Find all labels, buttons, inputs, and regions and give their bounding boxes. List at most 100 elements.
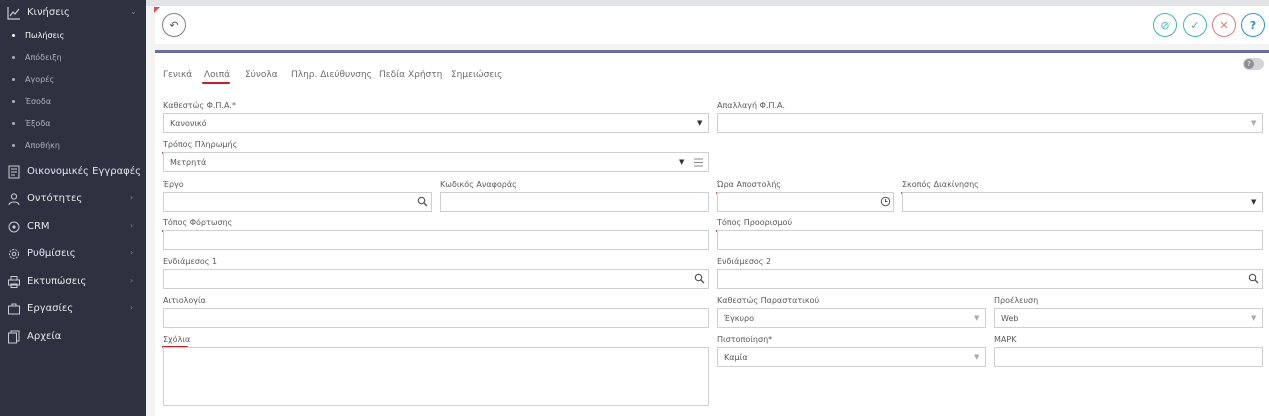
payment-method-label: Τρόπος Πληρωμής	[163, 140, 238, 149]
back-button[interactable]: ↶	[162, 13, 186, 37]
vat-status-select[interactable]: Κανονικό ▼	[163, 113, 709, 133]
tab-general[interactable]: Γενικά	[163, 70, 192, 80]
users-icon	[8, 193, 20, 206]
sidebar-item-label: CRM	[27, 221, 50, 232]
sidebar-item-entities[interactable]: Οντότητες ›	[0, 186, 146, 213]
vat-exemption-select[interactable]: ▼	[717, 113, 1263, 133]
project-input[interactable]	[163, 192, 432, 212]
dispatch-time-input[interactable]	[717, 192, 894, 212]
caret-down-icon: ▼	[1251, 314, 1257, 322]
mark-label: ΜΑΡΚ	[994, 335, 1017, 344]
sidebar-subitem-expenses[interactable]: Έξοδα	[0, 114, 146, 136]
sidebar-item-settings[interactable]: Ρυθμίσεις ›	[0, 241, 146, 268]
intermediary1-input[interactable]	[163, 269, 709, 289]
justification-label: Αιτιολογία	[163, 296, 206, 305]
vat-exemption-label: Απαλλαγή Φ.Π.Α.	[717, 101, 786, 110]
question-icon: ?	[1249, 18, 1257, 32]
chevron-right-icon: ›	[130, 193, 134, 202]
certification-label: Πιστοποίηση*	[717, 335, 773, 344]
origin-label: Προέλευση	[994, 296, 1039, 305]
files-icon	[8, 330, 20, 344]
save-draft-button[interactable]: ⊘	[1153, 13, 1177, 37]
settings-icon	[9, 249, 19, 259]
document-status-label: Καθεστώς Παραστατικού	[717, 296, 820, 305]
sidebar-item-files[interactable]: Αρχεία	[0, 324, 146, 351]
certification-value: Καμία	[724, 353, 748, 362]
list-icon[interactable]	[693, 157, 704, 168]
sidebar-item-label: Αρχεία	[27, 331, 62, 342]
vat-status-value: Κανονικό	[170, 119, 207, 128]
sidebar-item-financial-entries[interactable]: Οικονομικές Εγγραφές ›	[0, 159, 146, 186]
tab-totals[interactable]: Σύνολα	[245, 70, 278, 80]
sidebar-subitem-label: Απόδειξη	[25, 53, 62, 62]
search-icon[interactable]	[694, 273, 705, 284]
sidebar: Κινήσεις ⌄ Πωλήσεις Απόδειξη Αγορές Έσοδ…	[0, 0, 146, 416]
dispatch-time-label: Ώρα Αποστολής	[717, 180, 781, 189]
origin-select[interactable]: Web ▼	[994, 308, 1263, 328]
justification-input[interactable]	[163, 308, 709, 328]
sidebar-item-label: Εργασίες	[27, 303, 74, 314]
search-icon[interactable]	[417, 196, 428, 207]
clock-icon[interactable]	[880, 196, 891, 207]
check-circle-icon: ⊘	[1160, 18, 1170, 32]
question-icon: ?	[1244, 59, 1254, 69]
crm-icon	[8, 221, 20, 233]
destination-place-label: Τόπος Προορισμού	[717, 218, 793, 227]
sidebar-subitem-purchases[interactable]: Αγορές	[0, 70, 146, 92]
bullet-dot	[12, 34, 15, 37]
sidebar-subitem-label: Έσοδα	[25, 97, 52, 106]
payment-method-select[interactable]: Μετρητά ▼	[163, 152, 709, 172]
tab-address-info[interactable]: Πληρ. Διεύθυνσης	[291, 70, 372, 80]
sidebar-subitem-warehouse[interactable]: Αποθήκη	[0, 136, 146, 158]
check-icon: ✓	[1190, 18, 1200, 32]
save-button[interactable]: ✓	[1183, 13, 1207, 37]
caret-down-icon: ▼	[974, 314, 980, 322]
project-label: Έργο	[163, 180, 184, 189]
reference-code-input[interactable]	[440, 192, 709, 212]
tab-notes[interactable]: Σημειώσεις	[451, 70, 502, 80]
caret-down-icon: ▼	[1251, 198, 1257, 206]
document-status-value: Έγκυρο	[724, 314, 755, 323]
sidebar-item-kiniseis[interactable]: Κινήσεις ⌄	[0, 0, 146, 27]
destination-place-input[interactable]	[717, 230, 1263, 250]
back-arrow-icon: ↶	[169, 18, 179, 32]
sidebar-item-label: Ρυθμίσεις	[27, 248, 76, 259]
sidebar-subitem-label: Αγορές	[25, 75, 55, 84]
sidebar-item-crm[interactable]: CRM ›	[0, 214, 146, 241]
annotation-underline	[202, 82, 230, 84]
intermediary1-label: Ενδιάμεσος 1	[163, 257, 218, 266]
comments-textarea[interactable]	[163, 347, 709, 406]
loading-place-label: Τόπος Φόρτωσης	[163, 218, 233, 227]
bullet-dot	[12, 100, 15, 103]
cancel-button[interactable]: ✕	[1212, 13, 1236, 37]
document-status-select[interactable]: Έγκυρο ▼	[717, 308, 986, 328]
sidebar-subitem-label: Αποθήκη	[25, 141, 60, 150]
help-toggle[interactable]: ?	[1243, 58, 1264, 70]
intermediary2-label: Ενδιάμεσος 2	[717, 257, 772, 266]
briefcase-icon	[8, 303, 20, 315]
close-icon: ✕	[1219, 18, 1229, 32]
tab-user-fields[interactable]: Πεδία Χρήστη	[379, 70, 442, 80]
caret-down-icon: ▼	[974, 353, 980, 361]
reference-code-label: Κωδικός Αναφοράς	[440, 180, 517, 189]
sidebar-item-label: Οντότητες	[27, 193, 83, 204]
sidebar-subitem-sales[interactable]: Πωλήσεις	[0, 26, 146, 48]
movement-purpose-select[interactable]: ▼	[902, 192, 1263, 212]
tab-other[interactable]: Λοιπά	[204, 70, 230, 80]
help-button[interactable]: ?	[1241, 13, 1265, 37]
mark-input[interactable]	[994, 347, 1263, 367]
bullet-dot	[12, 144, 15, 147]
intermediary2-input[interactable]	[717, 269, 1263, 289]
sidebar-subitem-income[interactable]: Έσοδα	[0, 92, 146, 114]
sidebar-item-label: Εκτυπώσεις	[27, 276, 87, 287]
ledger-icon	[8, 165, 20, 179]
chevron-right-icon: ›	[130, 276, 134, 285]
search-icon[interactable]	[1248, 273, 1259, 284]
sidebar-item-label: Κινήσεις	[27, 7, 70, 18]
certification-select[interactable]: Καμία ▼	[717, 347, 986, 367]
bullet-dot	[12, 56, 15, 59]
sidebar-item-tasks[interactable]: Εργασίες ›	[0, 296, 146, 323]
loading-place-input[interactable]	[163, 230, 709, 250]
sidebar-subitem-receipt[interactable]: Απόδειξη	[0, 48, 146, 70]
sidebar-item-prints[interactable]: Εκτυπώσεις ›	[0, 269, 146, 296]
